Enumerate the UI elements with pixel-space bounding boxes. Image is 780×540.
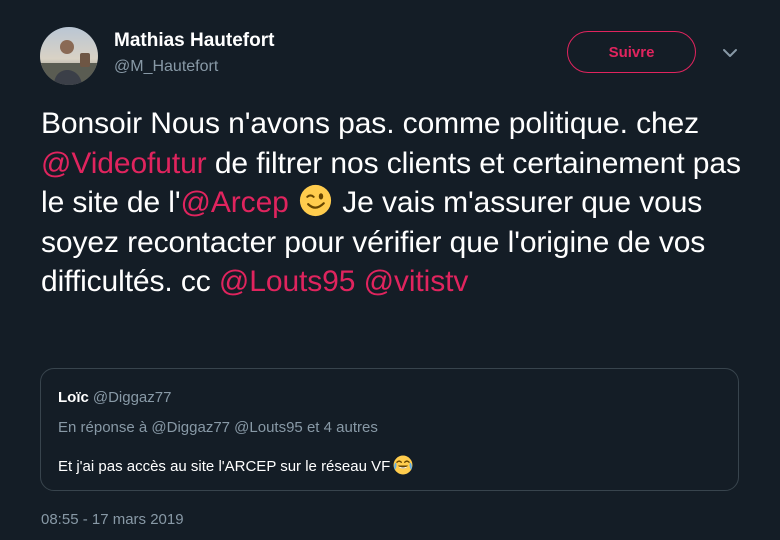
quoted-tweet-card[interactable]: Loïc @Diggaz77 En réponse à @Diggaz77 @Lo… — [40, 368, 739, 491]
tweet-text-segment: Bonsoir Nous n'avons pas. comme politiqu… — [41, 107, 700, 140]
mention-link-arcep[interactable]: @Arcep — [181, 186, 289, 219]
avatar[interactable] — [40, 27, 98, 85]
face-with-tears-of-joy-emoji-icon — [393, 455, 413, 475]
chevron-down-icon[interactable] — [721, 46, 739, 58]
author-handle[interactable]: @M_Hautefort — [114, 58, 218, 76]
tweet-text: Bonsoir Nous n'avons pas. comme politiqu… — [41, 104, 761, 302]
quote-text-content: Et j'ai pas accès au site l'ARCEP sur le… — [58, 458, 391, 475]
mention-link-louts95[interactable]: @Louts95 — [219, 265, 356, 298]
quote-text: Et j'ai pas accès au site l'ARCEP sur le… — [58, 455, 413, 475]
tweet: Mathias Hautefort @M_Hautefort Suivre Bo… — [0, 0, 780, 540]
quote-author-name[interactable]: Loïc — [58, 389, 89, 406]
quote-author-handle[interactable]: @Diggaz77 — [93, 389, 172, 406]
winking-face-emoji-icon — [299, 184, 332, 217]
follow-button[interactable]: Suivre — [567, 31, 696, 73]
mention-link-vitistv[interactable]: @vitistv — [364, 265, 469, 298]
tweet-timestamp[interactable]: 08:55 - 17 mars 2019 — [41, 511, 184, 528]
author-name[interactable]: Mathias Hautefort — [114, 30, 274, 52]
quote-author: Loïc @Diggaz77 — [58, 389, 171, 406]
mention-link-videofutur[interactable]: @Videofutur — [41, 147, 207, 180]
quote-reply-context: En réponse à @Diggaz77 @Louts95 et 4 aut… — [58, 419, 378, 436]
